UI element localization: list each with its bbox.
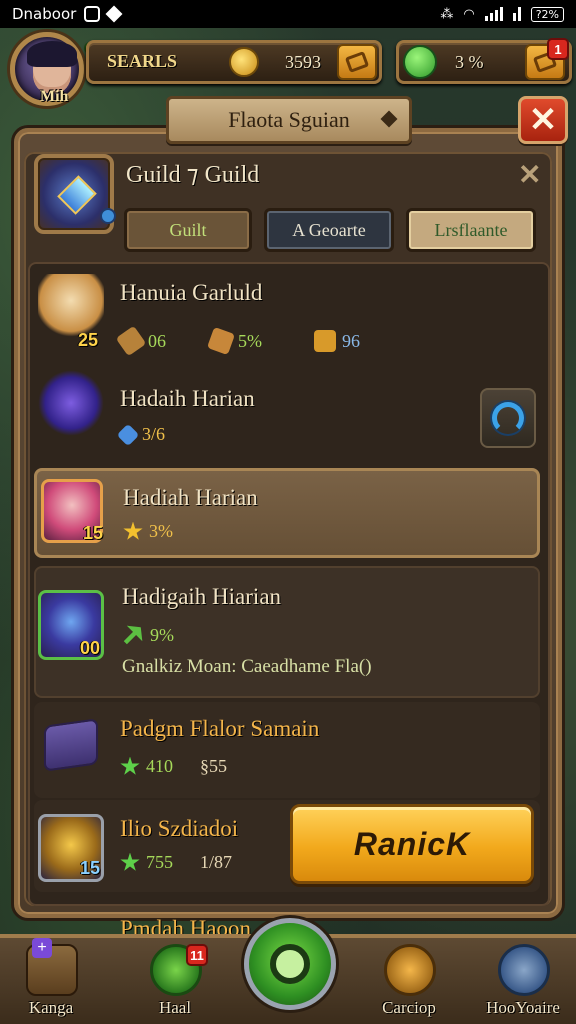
nav-item-settings[interactable]: HooYoaire — [478, 938, 568, 1024]
member-stat: 96 — [314, 330, 360, 352]
hero-level: 15 — [83, 523, 104, 543]
guild-emblem-icon — [34, 154, 116, 234]
coin-icon — [229, 47, 259, 77]
hammer-icon — [115, 325, 147, 357]
gems-value: 3 % — [455, 52, 484, 72]
nav-item-kanga[interactable]: + Kanga — [6, 938, 96, 1024]
search-icon — [270, 944, 310, 984]
guild-close-button[interactable]: ✕ — [518, 158, 541, 191]
nav-item-haal[interactable]: 11 Haal — [130, 938, 220, 1024]
settings-icon — [498, 944, 550, 996]
refresh-icon — [492, 402, 524, 434]
gold-value: 3593 — [285, 52, 321, 72]
vibrate-icon: ⁂ — [440, 6, 454, 22]
member-row[interactable]: Padgm Flalor Samain 410 §55 — [34, 702, 540, 798]
close-panel-button[interactable]: ✕ — [518, 96, 568, 144]
sword-gem-icon — [57, 175, 97, 215]
rank-button[interactable]: RanicK — [290, 804, 534, 884]
gold-label: SEARLS — [107, 51, 178, 71]
star-icon — [120, 756, 140, 775]
member-stat: 06 — [115, 325, 166, 357]
panel-title: Flaota Sguian — [228, 107, 350, 132]
axe-icon — [206, 326, 236, 356]
bottom-nav: + Kanga 11 Haal Carciop HooYoaire — [0, 918, 576, 1024]
signal-icon — [484, 7, 503, 21]
notification-badge: 1 — [547, 38, 569, 60]
member-row[interactable]: 00 Hadigaih Hiarian 9% Gnalkiz Moan: Cae… — [34, 566, 540, 698]
guild-tabs: Guilt A Geoarte Lrsflaante — [124, 208, 536, 252]
member-name: Ilio Szdiadoi — [120, 816, 239, 841]
member-stat: 9% — [122, 624, 174, 646]
tab-guilt[interactable]: Guilt — [124, 208, 252, 252]
battery-indicator: ?2% — [530, 6, 564, 22]
gem-icon — [403, 45, 437, 79]
gold-resource-bar: SEARLS 3593 — [86, 40, 382, 84]
member-row-selected[interactable]: 15 Hadiah Harian 3% — [34, 468, 540, 558]
panel-title-plate: Flaota Sguian — [166, 96, 412, 144]
member-name: Padgm Flalor Samain — [120, 716, 320, 741]
plus-icon: + — [32, 938, 52, 958]
status-bar: Dnaboor ⁂ ◠ ?2% — [0, 0, 576, 28]
player-name: Mih — [40, 88, 69, 105]
nav-item-carciop[interactable]: Carciop — [364, 938, 454, 1024]
hero-level: 25 — [78, 330, 99, 350]
nav-label: Haal — [158, 998, 192, 1017]
diamond-pin-icon — [380, 110, 398, 128]
map-icon — [384, 944, 436, 996]
signal-icon-2 — [512, 7, 521, 21]
tab-lrsflaante[interactable]: Lrsflaante — [406, 208, 536, 252]
refresh-button[interactable] — [480, 388, 536, 448]
member-row[interactable]: Hadaih Harian 3/6 — [34, 368, 540, 460]
crystal-icon — [116, 423, 140, 446]
tab-geoarte[interactable]: A Geoarte — [264, 208, 394, 252]
add-gems-button[interactable]: 1 — [525, 38, 569, 80]
search-button[interactable] — [244, 918, 336, 1010]
wifi-icon: ◠ — [463, 6, 475, 22]
member-stat: 3/6 — [116, 423, 165, 446]
nav-label: Carciop — [382, 998, 436, 1017]
member-stat: 5% — [206, 326, 262, 356]
hero-level: 00 — [80, 638, 101, 658]
member-stat: 1/87 — [200, 852, 233, 872]
guild-title: Guild ⁊ Guild — [126, 162, 260, 188]
nav-label: Kanga — [28, 998, 74, 1017]
nav-label: HooYoaire — [486, 998, 560, 1017]
gems-resource-bar: 3 % 1 — [396, 38, 572, 84]
add-icon — [344, 51, 370, 73]
member-stat: 755 — [120, 852, 173, 873]
gear-badge-icon — [100, 208, 116, 224]
app-icon — [84, 6, 101, 22]
diamond-icon — [105, 5, 123, 23]
player-avatar[interactable]: Mih — [4, 30, 96, 112]
member-name: Hanuia Garluld — [120, 280, 263, 305]
member-stat: 3% — [123, 521, 173, 542]
notification-badge: 11 — [186, 944, 208, 966]
member-stat: §55 — [200, 756, 227, 776]
member-name: Hadigaih Hiarian — [122, 584, 282, 609]
member-row[interactable]: 25 Hanuia Garluld 06 5% 96 — [34, 268, 540, 366]
star-icon — [120, 852, 140, 871]
star-icon — [123, 521, 143, 540]
hero-level: 15 — [80, 858, 101, 878]
shield-icon — [314, 330, 336, 352]
arrow-icon — [117, 619, 148, 650]
chest-item-icon — [44, 718, 98, 772]
carrier-text: Dnaboor — [12, 5, 77, 23]
member-description: Gnalkiz Moan: Caeadhame Fla() — [122, 656, 372, 677]
member-name: Hadaih Harian — [120, 386, 255, 411]
member-name: Hadiah Harian — [123, 485, 258, 510]
avatar-hair — [27, 41, 77, 67]
add-gold-button[interactable] — [337, 44, 377, 80]
hero-portrait — [38, 370, 104, 436]
member-stat: 410 — [120, 756, 173, 777]
guild-header: Guild ⁊ Guild ✕ Guilt A Geoarte Lrsflaan… — [34, 154, 548, 258]
